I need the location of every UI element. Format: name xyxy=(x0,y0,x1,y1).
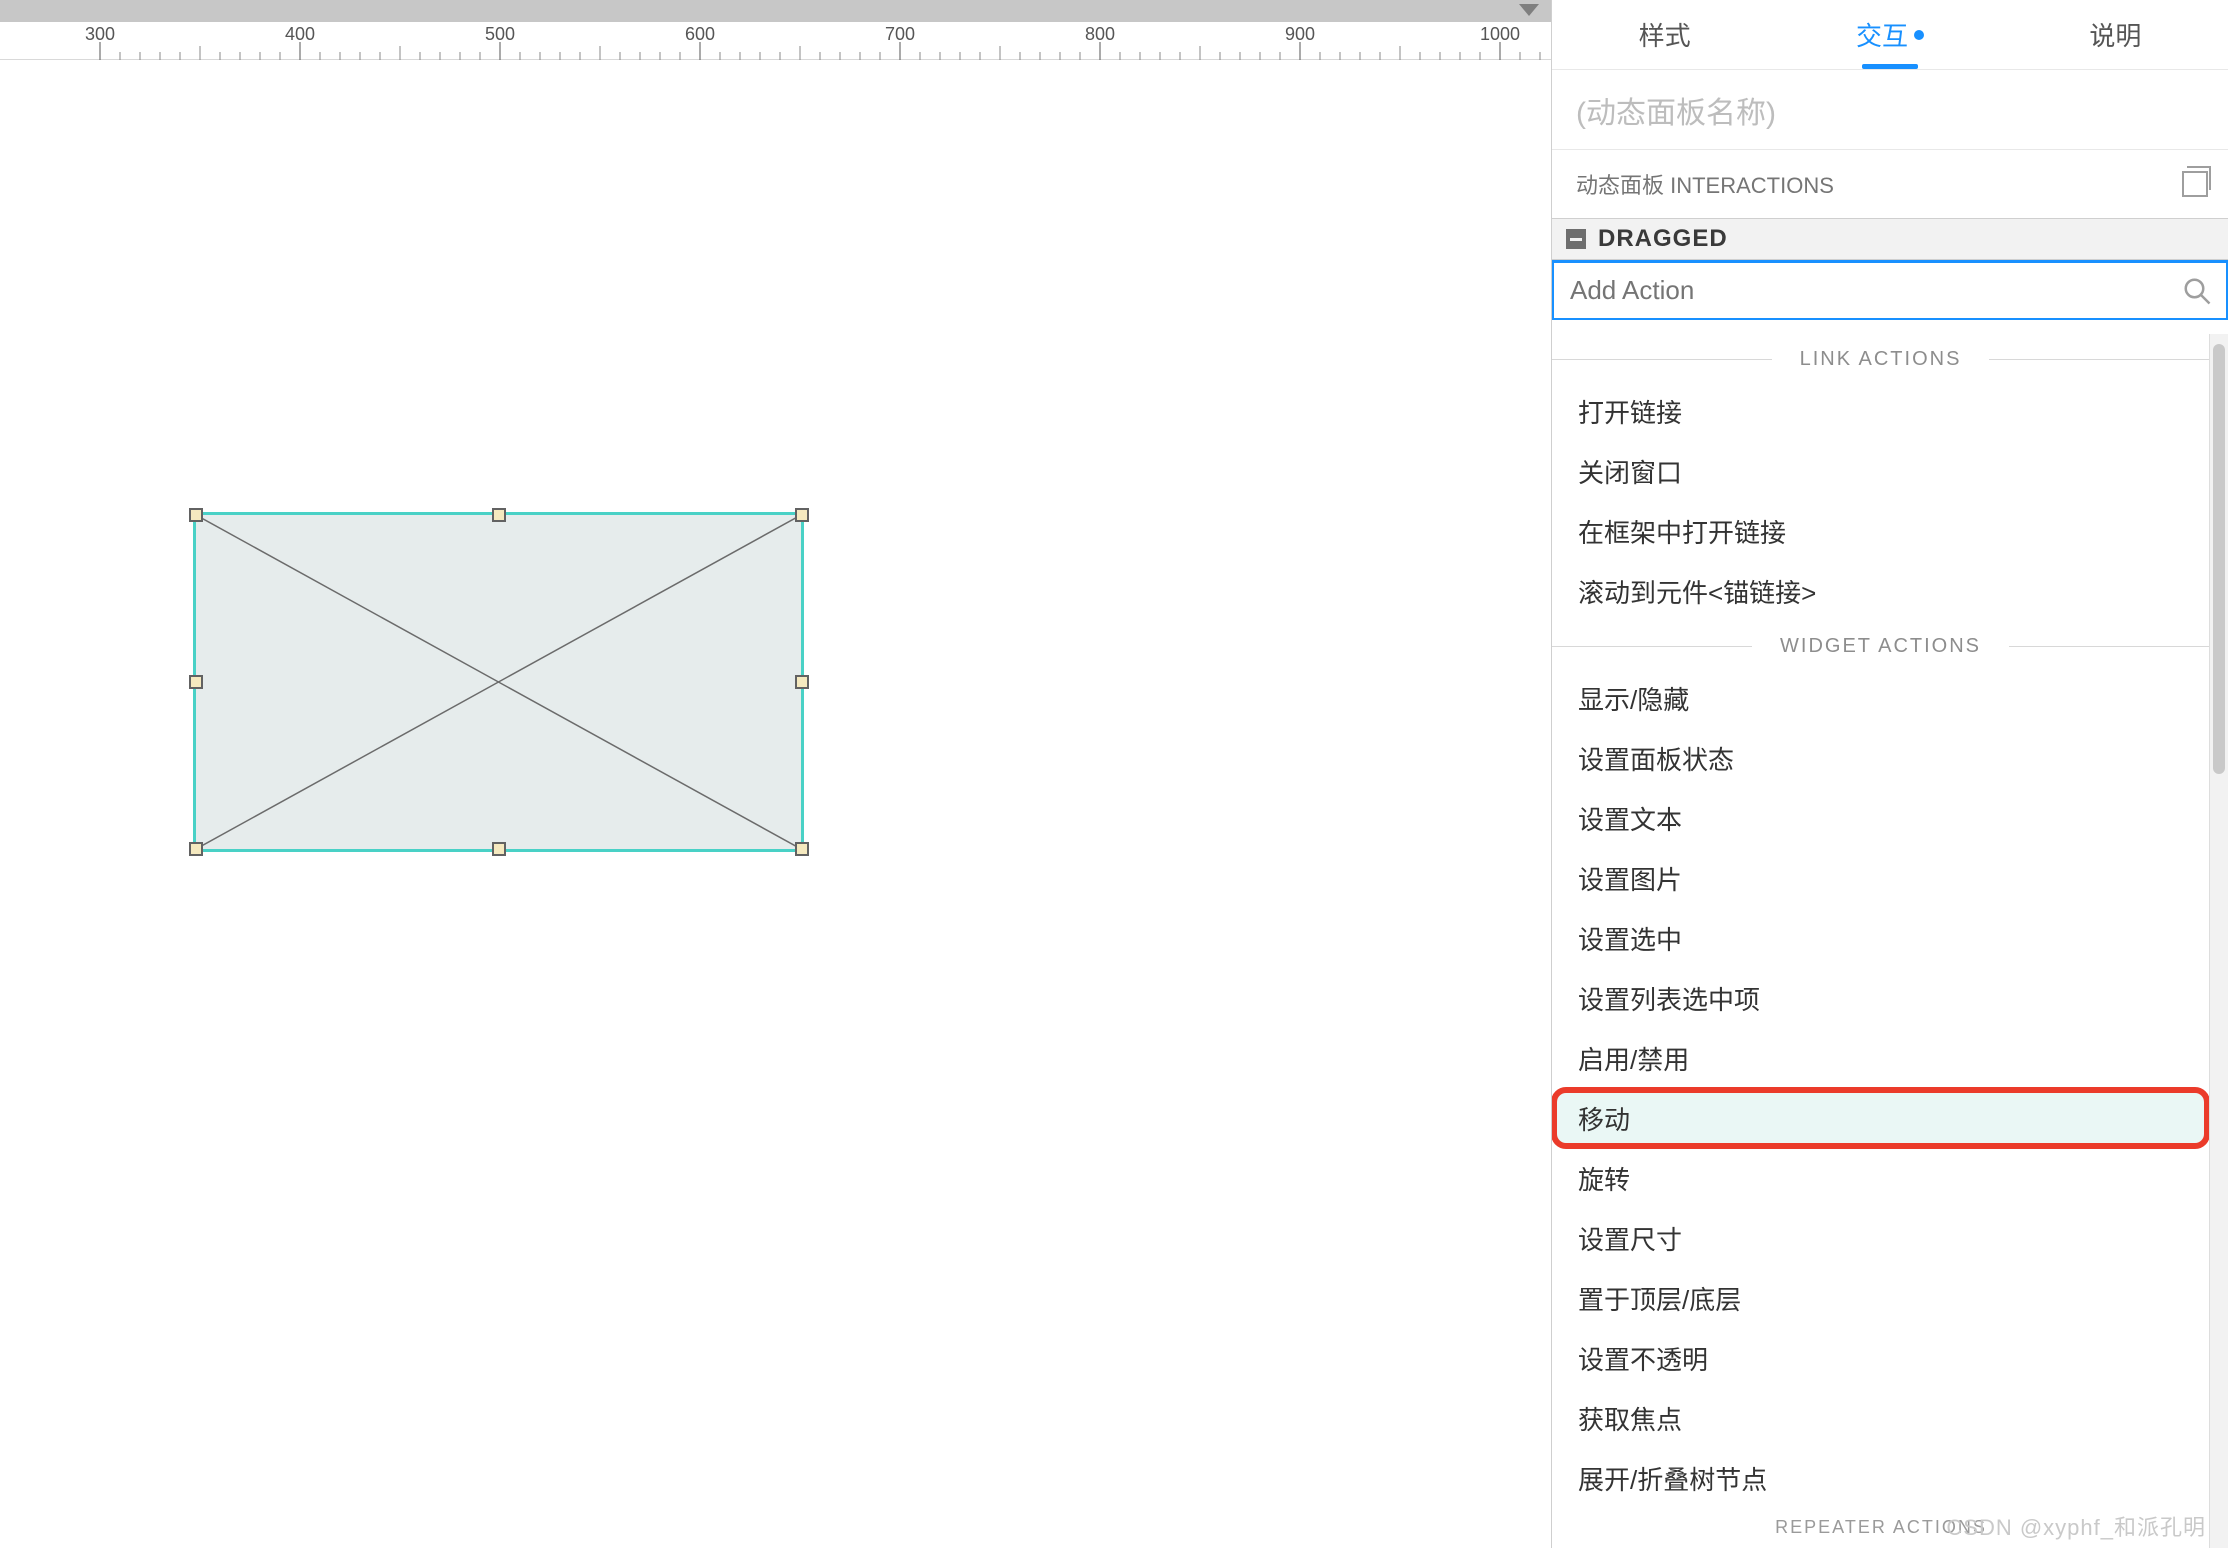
inspector-tabs: 样式 交互 说明 xyxy=(1552,0,2228,70)
action-item[interactable]: 关闭窗口 xyxy=(1552,441,2209,501)
resize-handle-br[interactable] xyxy=(795,842,809,856)
svg-text:300: 300 xyxy=(85,24,115,44)
resize-handle-tl[interactable] xyxy=(189,508,203,522)
resize-handle-ml[interactable] xyxy=(189,675,203,689)
watermark-text: CSDN @xyphf_和派孔明 xyxy=(1946,1510,2206,1542)
widget-name-input[interactable]: (动态面板名称) xyxy=(1552,70,2228,150)
svg-text:1000: 1000 xyxy=(1480,24,1520,44)
resize-handle-tm[interactable] xyxy=(492,508,506,522)
unsaved-dot-icon xyxy=(1914,30,1924,40)
event-header-dragged[interactable]: DRAGGED xyxy=(1552,218,2228,260)
action-item[interactable]: 设置文本 xyxy=(1552,788,2209,848)
tab-notes[interactable]: 说明 xyxy=(2003,0,2228,69)
action-item[interactable]: 滚动到元件<锚链接> xyxy=(1552,561,2209,621)
svg-text:500: 500 xyxy=(485,24,515,44)
inspector-panel: 样式 交互 说明 (动态面板名称) 动态面板 INTERACTIONS DRAG… xyxy=(1551,0,2228,1548)
svg-text:600: 600 xyxy=(685,24,715,44)
event-label: DRAGGED xyxy=(1598,225,1728,253)
tab-style[interactable]: 样式 xyxy=(1552,0,1777,69)
action-item[interactable]: 设置不透明 xyxy=(1552,1328,2209,1388)
action-item[interactable]: 启用/禁用 xyxy=(1552,1028,2209,1088)
resize-handle-mr[interactable] xyxy=(795,675,809,689)
action-item[interactable]: 展开/折叠树节点 xyxy=(1552,1448,2209,1508)
add-action-input[interactable] xyxy=(1554,263,2226,318)
scrollbar-thumb[interactable] xyxy=(2213,344,2225,774)
canvas-toolbar xyxy=(0,0,1551,22)
tab-interactions-label: 交互 xyxy=(1856,16,1908,53)
action-list[interactable]: LINK ACTIONS打开链接关闭窗口在框架中打开链接滚动到元件<锚链接>WI… xyxy=(1552,334,2210,1548)
action-item[interactable]: 置于顶层/底层 xyxy=(1552,1268,2209,1328)
svg-text:400: 400 xyxy=(285,24,315,44)
resize-handle-tr[interactable] xyxy=(795,508,809,522)
canvas-area[interactable]: 300 400 500 600 700 800 900 1000 xyxy=(0,0,1551,1548)
resize-handle-bl[interactable] xyxy=(189,842,203,856)
action-item[interactable]: 旋转 xyxy=(1552,1148,2209,1208)
action-group-header: LINK ACTIONS xyxy=(1552,334,2209,381)
action-scrollbar[interactable] xyxy=(2210,334,2228,1548)
collapse-icon[interactable] xyxy=(1566,229,1586,249)
horizontal-ruler: 300 400 500 600 700 800 900 1000 xyxy=(0,22,1551,60)
action-item[interactable]: 设置面板状态 xyxy=(1552,728,2209,788)
resize-handle-bm[interactable] xyxy=(492,842,506,856)
selected-dynamic-panel[interactable] xyxy=(191,510,806,854)
action-item[interactable]: 设置选中 xyxy=(1552,908,2209,968)
action-item[interactable]: 设置尺寸 xyxy=(1552,1208,2209,1268)
svg-text:700: 700 xyxy=(885,24,915,44)
interactions-section-label: 动态面板 INTERACTIONS xyxy=(1576,168,1834,200)
popout-icon[interactable] xyxy=(2182,171,2208,197)
placeholder-fill xyxy=(196,515,801,849)
action-item[interactable]: 打开链接 xyxy=(1552,381,2209,441)
search-icon xyxy=(2182,276,2212,306)
action-item[interactable]: 设置图片 xyxy=(1552,848,2209,908)
interactions-section-header: 动态面板 INTERACTIONS xyxy=(1552,150,2228,218)
svg-text:800: 800 xyxy=(1085,24,1115,44)
dropdown-icon[interactable] xyxy=(1519,4,1539,16)
add-action-search[interactable] xyxy=(1552,260,2228,320)
action-item[interactable]: 在框架中打开链接 xyxy=(1552,501,2209,561)
action-item[interactable]: 获取焦点 xyxy=(1552,1388,2209,1448)
action-item[interactable]: 设置列表选中项 xyxy=(1552,968,2209,1028)
action-item[interactable]: 移动 xyxy=(1552,1088,2209,1148)
svg-text:900: 900 xyxy=(1285,24,1315,44)
tab-interactions[interactable]: 交互 xyxy=(1777,0,2002,69)
action-group-header: WIDGET ACTIONS xyxy=(1552,621,2209,668)
action-item[interactable]: 显示/隐藏 xyxy=(1552,668,2209,728)
